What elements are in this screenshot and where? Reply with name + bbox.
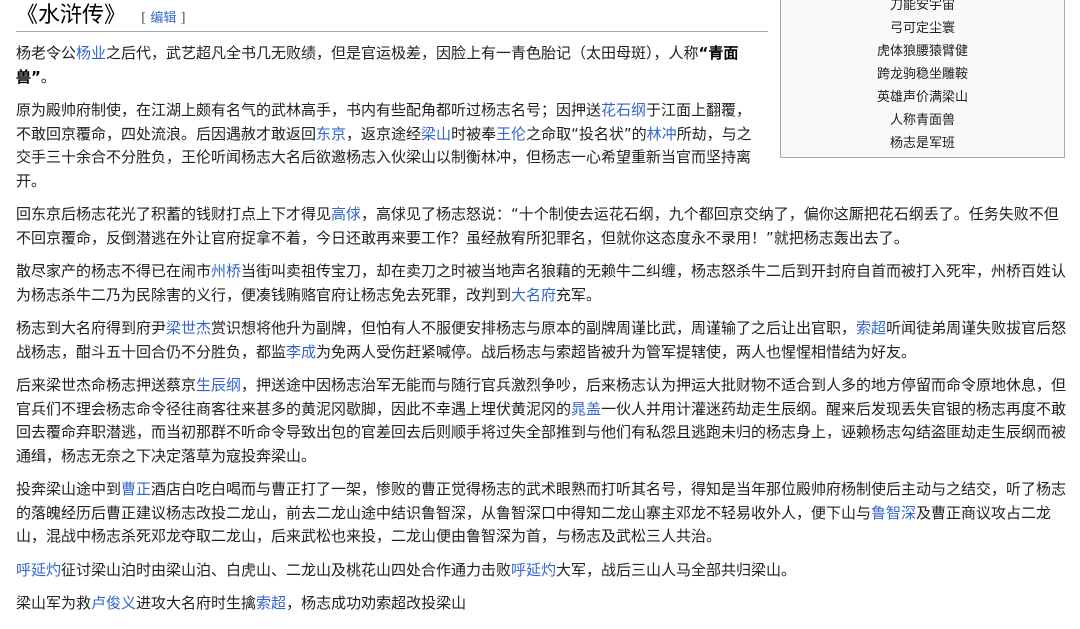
text-run: 进攻大名府时生擒 xyxy=(136,594,257,612)
text-run: 之命取“投名状”的 xyxy=(526,124,647,143)
article-paragraph: 杨志到大名府得到府尹梁世杰赏识想将他升为副牌，但怕有人不服便安排杨志与原本的副牌… xyxy=(16,317,1068,364)
text-run: 充军。 xyxy=(556,285,602,304)
text-run: 为免两人受伤赶紧喊停。战后杨志与索超皆被升为管军提辖使，两人也惺惺相惜结为好友。 xyxy=(316,342,917,361)
wiki-link[interactable]: 花石纲 xyxy=(601,101,646,119)
edit-bracket-open: [ xyxy=(141,11,147,26)
text-run: 征讨梁山泊时由梁山泊、白虎山、二龙山及桃花山四处合作通力击败 xyxy=(61,560,512,579)
text-run: 之后代，武艺超凡全书几无败绩，但是官运极差，因脸上有一青色胎记（太田母斑），人称 xyxy=(106,44,699,62)
text-run: 原为殿帅府制使，在江湖上颇有名气的武林高手，书内有些配角都听过杨志名号；因押送 xyxy=(16,101,602,119)
wiki-link[interactable]: 鲁智深 xyxy=(871,504,916,522)
wiki-link[interactable]: 曹正 xyxy=(121,480,151,498)
section-heading: 《水浒传》 [ 编辑 ] xyxy=(16,0,768,32)
wiki-link[interactable]: 梁世杰 xyxy=(166,319,211,337)
text-run: 大军，战后三山人马全部共归梁山。 xyxy=(556,560,797,579)
text-run: 杨老令公 xyxy=(16,44,77,62)
article-paragraph: 原为殿帅府制使，在江湖上颇有名气的武林高手，书内有些配角都听过杨志名号；因押送花… xyxy=(16,99,766,193)
text-run: 散尽家产的杨志不得已在闹市 xyxy=(16,262,212,280)
wiki-link[interactable]: 李成 xyxy=(286,343,316,361)
wiki-link[interactable]: 呼延灼 xyxy=(16,561,61,579)
text-run: 梁山军为救 xyxy=(16,594,92,612)
text-run: 投奔梁山途中到 xyxy=(16,480,122,498)
text-run: 回东京后杨志花光了积蓄的钱财打点上下才得见 xyxy=(16,205,332,223)
section-title: 《水浒传》 xyxy=(16,3,127,28)
text-run: ，杨志成功劝索超改投梁山 xyxy=(286,594,467,612)
text-run: ，返京途经 xyxy=(346,124,422,143)
text-run: 。 xyxy=(40,67,56,86)
wiki-link[interactable]: 高俅 xyxy=(331,205,361,223)
article-paragraph: 散尽家产的杨志不得已在闹市州桥当街叫卖祖传宝刀，却在卖刀之时被当地声名狼藉的无赖… xyxy=(16,260,1068,307)
text-run: 后来梁世杰命杨志押送蔡京 xyxy=(16,376,197,394)
text-run: 杨志到大名府得到府尹 xyxy=(16,319,167,337)
wiki-link[interactable]: 杨业 xyxy=(76,44,106,62)
edit-link[interactable]: 编辑 xyxy=(150,11,176,26)
article-body: 杨老令公杨业之后代，武艺超凡全书几无败绩，但是官运极差，因脸上有一青色胎记（太田… xyxy=(16,42,1068,626)
wiki-link[interactable]: 卢俊义 xyxy=(91,594,136,612)
text-run: 赏识想将他升为副牌，但怕有人不服便安排杨志与原本的副牌周谨比武，周谨输了之后让出… xyxy=(211,319,857,337)
article-paragraph: 杨老令公杨业之后代，武艺超凡全书几无败绩，但是官运极差，因脸上有一青色胎记（太田… xyxy=(16,42,766,89)
wiki-link[interactable]: 索超 xyxy=(856,319,886,337)
text-run: 时被奉 xyxy=(451,124,497,143)
infobox-line: 刀能安宇宙 xyxy=(889,0,955,13)
wiki-link[interactable]: 王伦 xyxy=(496,125,526,143)
edit-section: [ 编辑 ] xyxy=(141,11,185,26)
wiki-link[interactable]: 生辰纲 xyxy=(196,376,241,394)
infobox-line: 弓可定尘寰 xyxy=(889,21,955,36)
wiki-link[interactable]: 州桥 xyxy=(211,262,241,280)
wiki-link[interactable]: 呼延灼 xyxy=(511,561,556,579)
article-paragraph: 回东京后杨志花光了积蓄的钱财打点上下才得见高俅，高俅见了杨志怒说：“十个制使去运… xyxy=(16,203,1068,250)
wiki-link[interactable]: 林冲 xyxy=(647,125,677,143)
article-paragraph: 后来梁世杰命杨志押送蔡京生辰纲，押送途中因杨志治军无能而与随行官兵激烈争吵，后来… xyxy=(16,374,1068,468)
edit-bracket-close: ] xyxy=(180,11,186,26)
article-paragraph: 投奔梁山途中到曹正酒店白吃白喝而与曹正打了一架，惨败的曹正觉得杨志的武术眼熟而打… xyxy=(16,478,1068,549)
wiki-link[interactable]: 大名府 xyxy=(511,286,556,304)
article-paragraph: 呼延灼征讨梁山泊时由梁山泊、白虎山、二龙山及桃花山四处合作通力击败呼延灼大军，战… xyxy=(16,559,1068,583)
wiki-link[interactable]: 晁盖 xyxy=(571,400,601,418)
wiki-link[interactable]: 梁山 xyxy=(421,125,451,143)
wiki-link[interactable]: 东京 xyxy=(316,125,346,143)
wiki-link[interactable]: 索超 xyxy=(256,594,286,612)
article-paragraph: 梁山军为救卢俊义进攻大名府时生擒索超，杨志成功劝索超改投梁山 xyxy=(16,592,1068,616)
